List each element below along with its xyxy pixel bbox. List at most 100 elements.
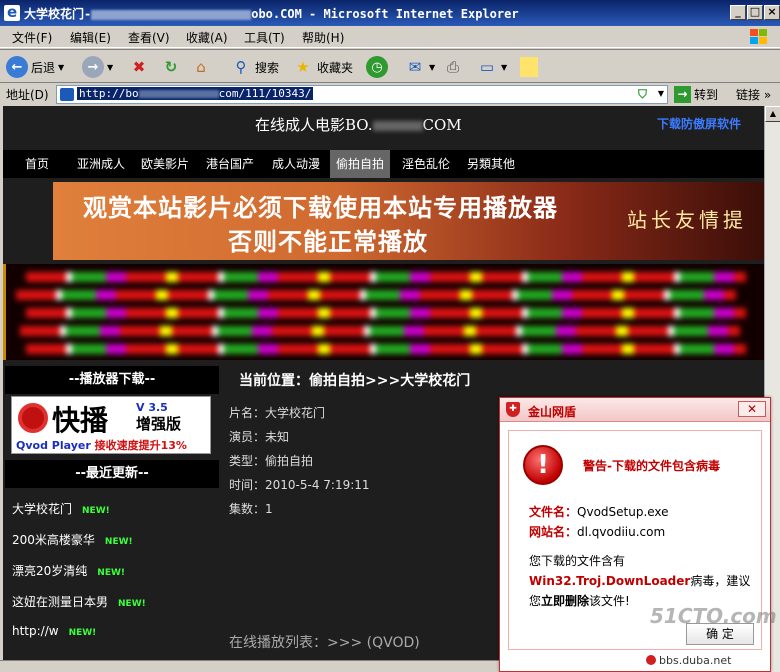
favorites-label: 收藏夹 [317, 60, 354, 75]
virus-warning-dialog: ✚ 金山网盾 ✕ ! 警告-下载的文件包含病毒 文件名：QvodSetup.ex… [499, 397, 771, 672]
nav-item[interactable]: 淫色乱伦 [396, 150, 456, 178]
edit-icon: ▭ [479, 58, 495, 76]
dropdown-icon: ▼ [429, 62, 436, 72]
banner-tip: 站长友情提 [627, 208, 747, 232]
redacted-mask [138, 90, 219, 98]
window-title-suffix: obo.COM - Microsoft Internet Explorer [251, 7, 519, 21]
msg-action: 立即删除 [541, 594, 590, 608]
recent-item[interactable]: 200米高楼豪华 NEW! [12, 531, 133, 548]
search-icon: ⚲ [235, 58, 247, 76]
new-tag: NEW! [104, 537, 133, 547]
new-tag: NEW! [118, 599, 146, 609]
forward-arrow-icon: → [82, 56, 104, 78]
menu-view[interactable]: 查看(V) [128, 29, 170, 46]
redacted-mask [91, 9, 252, 20]
windows-logo-icon [750, 29, 767, 44]
dropdown-icon: ▼ [107, 62, 114, 72]
close-button[interactable]: × [764, 5, 780, 20]
recent-item-label: 大学校花门 [12, 502, 73, 516]
blurred-ad-region [3, 264, 764, 360]
watermark: 51CTO.com [650, 604, 777, 628]
qvod-subtitle: Qvod Player 接收速度提升13% [16, 437, 187, 453]
movie-actor: 演员：未知 [229, 430, 290, 444]
printer-icon: ⎙ [446, 58, 459, 76]
virus-name: Win32.Troj.DownLoader [529, 574, 691, 588]
nav-item-active[interactable]: 偷拍自拍 [330, 150, 391, 178]
nav-item[interactable]: 欧美影片 [135, 150, 195, 178]
file-label: 文件名： [529, 505, 578, 519]
site-label: 网站名： [529, 525, 578, 539]
dropdown-icon: ▼ [501, 62, 508, 72]
maximize-button[interactable]: □ [747, 5, 763, 20]
player-banner[interactable]: 观赏本站影片必须下载使用本站专用播放器 否则不能正常播放 站长友情提 [53, 182, 764, 260]
dropdown-icon: ▼ [58, 62, 65, 72]
qvod-logo-icon [18, 403, 48, 433]
edit-button[interactable]: ▭ ▼ [476, 53, 507, 81]
menu-edit[interactable]: 编辑(E) [70, 29, 111, 46]
virus-message: 您下载的文件含有Win32.Troj.DownLoader病毒，建议您立即删除该… [529, 551, 759, 611]
recent-item[interactable]: http://w NEW! [12, 624, 96, 638]
nav-item[interactable]: 另類其他 [461, 150, 521, 178]
print-button[interactable]: ⎙ [442, 53, 464, 81]
site-name-line: 网站名：dl.qvodiiu.com [529, 523, 665, 540]
note-icon [520, 57, 538, 77]
address-label: 地址(D) [6, 88, 49, 102]
menu-file[interactable]: 文件(F) [12, 29, 52, 46]
recent-item[interactable]: 这妞在测量日本男 NEW! [12, 593, 146, 610]
ie-icon [4, 3, 20, 21]
address-input[interactable]: http://bo com/111/10343/ ⛉ ▼ [56, 85, 668, 104]
back-button[interactable]: ← 后退 ▼ [6, 53, 64, 81]
links-label: 链接 [736, 88, 761, 102]
nav-item[interactable]: 港台国产 [200, 150, 260, 178]
banner-line-2: 否则不能正常播放 [228, 228, 428, 256]
dialog-title: 金山网盾 [528, 405, 577, 419]
nav-item[interactable]: 首页 [19, 150, 55, 178]
qvod-sub-name: Qvod Player [16, 439, 91, 452]
minimize-button[interactable]: _ [730, 5, 746, 20]
forward-button[interactable]: → ▼ [82, 53, 113, 81]
recent-item-label: 这妞在测量日本男 [12, 595, 109, 609]
favorites-button[interactable]: ★ 收藏夹 [292, 53, 353, 81]
scroll-up-icon[interactable]: ▲ [765, 106, 780, 122]
banner-line-1: 观赏本站影片必须下载使用本站专用播放器 [83, 194, 558, 222]
dialog-footer: bbs.duba.net [646, 654, 731, 667]
url-prefix: http://bo [79, 87, 139, 100]
go-button[interactable]: → 转到 [674, 85, 718, 104]
mail-button[interactable]: ✉ ▼ [404, 53, 435, 81]
nav-item[interactable]: 亚洲成人 [71, 150, 131, 178]
file-name: QvodSetup.exe [577, 505, 669, 519]
dialog-header: ✚ 金山网盾 ✕ [500, 398, 770, 422]
qvod-edition: 增强版 [136, 415, 182, 433]
warning-icon: ! [523, 445, 563, 485]
redacted-mask [372, 121, 423, 131]
url-suffix: com/111/10343/ [218, 87, 312, 100]
home-button[interactable]: ⌂ [190, 53, 212, 81]
blurred-row [20, 326, 740, 336]
download-software-link[interactable]: 下载防傲屏软件 [657, 115, 741, 132]
mail-icon: ✉ [408, 58, 422, 76]
menu-help[interactable]: 帮助(H) [302, 29, 344, 46]
history-icon: ◷ [366, 56, 388, 78]
qvod-player-ad[interactable]: 快播 V 3.5 增强版 Qvod Player 接收速度提升13% [11, 396, 211, 454]
search-button[interactable]: ⚲ 搜索 [230, 53, 280, 81]
dialog-close-button[interactable]: ✕ [738, 401, 766, 417]
history-button[interactable]: ◷ [366, 53, 388, 81]
refresh-button[interactable]: ↻ [160, 53, 182, 81]
recent-item[interactable]: 大学校花门 NEW! [12, 500, 110, 517]
recent-item-label: http://w [12, 624, 59, 638]
menu-tools[interactable]: 工具(T) [244, 29, 285, 46]
nav-item[interactable]: 成人动漫 [266, 150, 326, 178]
dropdown-icon[interactable]: ▼ [658, 89, 664, 98]
notes-button[interactable] [520, 53, 538, 81]
site-title-suffix: COM [422, 116, 462, 134]
stop-button[interactable]: ✖ [128, 53, 150, 81]
links-button[interactable]: 链接 » [736, 86, 771, 103]
back-label: 后退 [31, 60, 56, 75]
recent-item[interactable]: 漂亮20岁清纯 NEW! [12, 562, 125, 579]
back-arrow-icon: ← [6, 56, 28, 78]
shield-icon: ⛉ [637, 87, 647, 101]
new-tag: NEW! [68, 628, 97, 638]
status-bar [0, 660, 499, 672]
menu-favorites[interactable]: 收藏(A) [186, 29, 228, 46]
msg-prefix: 您下载的文件含有 [529, 554, 626, 568]
